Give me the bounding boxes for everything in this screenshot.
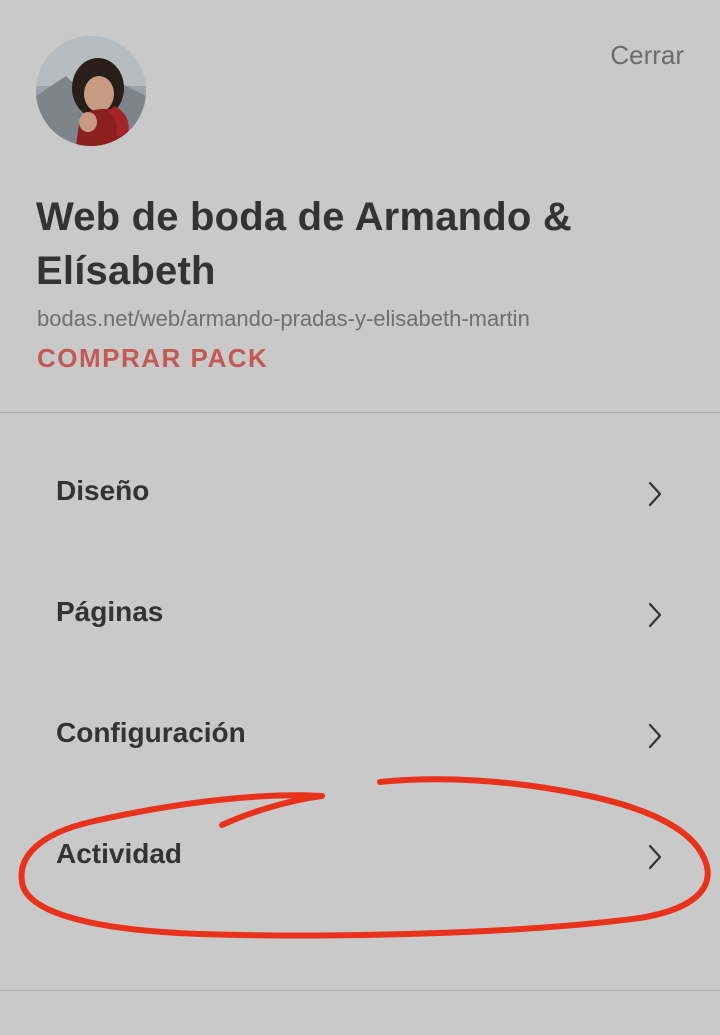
- menu-item-label: Configuración: [56, 717, 246, 748]
- bottom-divider: [0, 990, 720, 991]
- menu-item-label: Páginas: [56, 596, 164, 627]
- site-menu-panel: Cerrar Web de boda de Armando & Elísabet…: [0, 0, 720, 1035]
- menu-item-actividad[interactable]: Actividad: [0, 795, 720, 916]
- header-divider: [0, 412, 720, 413]
- close-button[interactable]: Cerrar: [610, 40, 684, 71]
- buy-pack-button[interactable]: COMPRAR PACK: [37, 343, 268, 374]
- settings-menu: Diseño Páginas Configuración Actividad: [0, 432, 720, 916]
- chevron-right-icon: [648, 602, 662, 628]
- chevron-right-icon: [648, 723, 662, 749]
- menu-item-paginas[interactable]: Páginas: [0, 553, 720, 674]
- site-url: bodas.net/web/armando-pradas-y-elisabeth…: [37, 306, 530, 331]
- site-title: Web de boda de Armando & Elísabeth: [36, 195, 572, 293]
- menu-item-label: Diseño: [56, 475, 150, 506]
- menu-item-diseno[interactable]: Diseño: [0, 432, 720, 553]
- chevron-right-icon: [648, 481, 662, 507]
- menu-item-label: Actividad: [56, 838, 183, 869]
- menu-item-configuracion[interactable]: Configuración: [0, 674, 720, 795]
- avatar: [36, 36, 146, 146]
- chevron-right-icon: [648, 844, 662, 870]
- profile-photo-icon: [36, 36, 146, 146]
